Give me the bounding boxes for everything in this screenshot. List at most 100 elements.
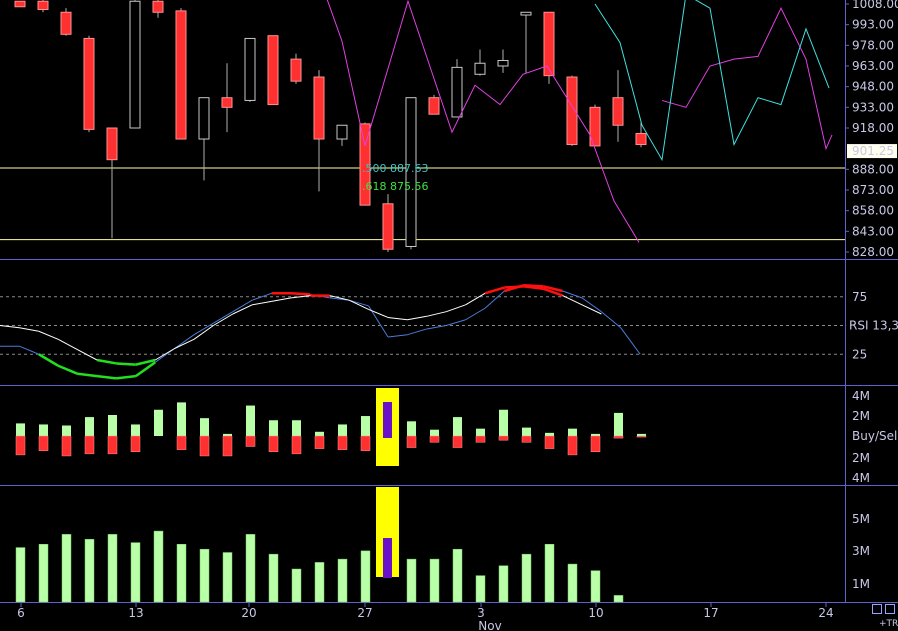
corner-label: +TR bbox=[879, 619, 898, 629]
candle-body bbox=[382, 203, 394, 250]
volume-bar bbox=[291, 568, 302, 603]
volume-bar bbox=[15, 547, 26, 603]
buy-bar bbox=[499, 409, 508, 436]
fib-label-0: .500 887.63 bbox=[362, 162, 428, 175]
price-tick-label-5: 933.00 bbox=[852, 100, 894, 114]
price-tick-label-11: 828.00 bbox=[852, 245, 894, 259]
rsi-blue-line-segment bbox=[290, 292, 311, 296]
sell-bar bbox=[245, 435, 256, 447]
sell-bar bbox=[429, 435, 440, 443]
buy-bar bbox=[315, 431, 324, 436]
sell-bar bbox=[84, 435, 95, 455]
sell-bar bbox=[360, 435, 371, 451]
candle-body bbox=[313, 76, 325, 140]
last-price-label: 901.25 bbox=[852, 144, 894, 158]
x-tick-label-2: 20 bbox=[241, 606, 256, 620]
x-month-label: Nov bbox=[478, 619, 501, 631]
volume-bar bbox=[61, 534, 72, 603]
candle-body bbox=[198, 97, 210, 140]
buy-bar bbox=[361, 416, 370, 436]
buy-bar bbox=[269, 420, 278, 436]
stock-chart: 1008.00 993.00 978.00 963.00 948.00 933.00 918… bbox=[0, 0, 898, 631]
sell-bar bbox=[590, 435, 601, 452]
price-tick-label-3: 963.00 bbox=[852, 59, 894, 73]
candle-body bbox=[267, 35, 279, 106]
sell-bar bbox=[521, 435, 532, 443]
buysell-tick-label-0: 4M bbox=[852, 389, 870, 403]
buy-bar bbox=[292, 420, 301, 436]
volume-bar bbox=[567, 563, 578, 603]
rsi-label: RSI 13,3 bbox=[849, 319, 898, 333]
buysell-tick-label-2: 2M bbox=[852, 451, 870, 465]
buy-bar bbox=[522, 427, 531, 436]
candle-body bbox=[244, 37, 256, 101]
volume-highlight-bar bbox=[383, 538, 392, 578]
price-tick-label-8: 873.00 bbox=[852, 183, 894, 197]
sell-bar bbox=[61, 435, 72, 457]
buy-bar bbox=[591, 433, 600, 436]
buy-bar bbox=[154, 409, 163, 436]
candle-body bbox=[451, 66, 463, 118]
volume-bar bbox=[406, 558, 417, 603]
volume-bar bbox=[153, 530, 164, 603]
volume-tick-label-0: 5M bbox=[852, 512, 870, 526]
sell-bar bbox=[475, 435, 486, 443]
candle-body bbox=[290, 58, 302, 82]
sell-bar bbox=[337, 435, 348, 450]
buy-bar bbox=[637, 433, 646, 436]
buy-bar bbox=[246, 405, 255, 436]
price-tick-label-0: 1008.00 bbox=[852, 0, 898, 11]
price-tick-label-2: 978.00 bbox=[852, 38, 894, 52]
buy-bar bbox=[407, 421, 416, 436]
price-tick-label-6: 918.00 bbox=[852, 121, 894, 135]
x-tick-label-0: 6 bbox=[17, 606, 25, 620]
candle-body bbox=[14, 0, 26, 8]
candle-body bbox=[152, 0, 164, 13]
candle-body bbox=[612, 97, 624, 126]
volume-bar bbox=[107, 534, 118, 603]
buy-bar bbox=[545, 432, 554, 436]
volume-bar bbox=[268, 553, 279, 603]
volume-tick-label-1: 3M bbox=[852, 544, 870, 558]
volume-bar bbox=[544, 544, 555, 603]
candle-body bbox=[129, 0, 141, 129]
volume-bar bbox=[498, 565, 509, 603]
price-tick-label-4: 948.00 bbox=[852, 80, 894, 94]
candle-body bbox=[497, 59, 509, 67]
candle-body bbox=[336, 124, 348, 140]
maximize-pane-icon[interactable] bbox=[872, 604, 882, 614]
volume-bar bbox=[38, 544, 49, 603]
sell-bar bbox=[176, 435, 187, 450]
candle-body bbox=[37, 0, 49, 11]
candle-body bbox=[60, 11, 72, 35]
price-tick-label-1: 993.00 bbox=[852, 18, 894, 32]
volume-bar bbox=[199, 548, 210, 603]
buy-bar bbox=[223, 433, 232, 436]
rsi-tick-label-2: 25 bbox=[852, 347, 867, 361]
sell-bar bbox=[636, 435, 647, 438]
volume-bar bbox=[613, 595, 624, 603]
volume-bar bbox=[360, 550, 371, 603]
volume-bar bbox=[475, 575, 486, 603]
restore-pane-icon[interactable] bbox=[885, 604, 895, 614]
buy-bar bbox=[85, 417, 94, 436]
x-tick-label-4: 3 bbox=[477, 606, 485, 620]
sell-bar bbox=[613, 435, 624, 439]
volume-bar bbox=[521, 553, 532, 603]
buy-bar bbox=[200, 418, 209, 436]
volume-bar bbox=[337, 558, 348, 603]
buysell-tick-label-3: 4M bbox=[852, 471, 870, 485]
buy-bar bbox=[430, 429, 439, 436]
rsi-white-line-segment bbox=[116, 362, 136, 366]
volume-bar bbox=[452, 548, 463, 603]
volume-bar bbox=[429, 558, 440, 603]
candle-body bbox=[520, 11, 532, 16]
buy-bar bbox=[614, 412, 623, 436]
buy-bar bbox=[568, 428, 577, 436]
buy-bar bbox=[16, 423, 25, 436]
sell-bar bbox=[291, 435, 302, 455]
buy-bar bbox=[39, 424, 48, 436]
sell-bar bbox=[406, 435, 417, 448]
buysell-label: Buy/Sel bbox=[852, 429, 897, 443]
buy-bar bbox=[62, 425, 71, 436]
